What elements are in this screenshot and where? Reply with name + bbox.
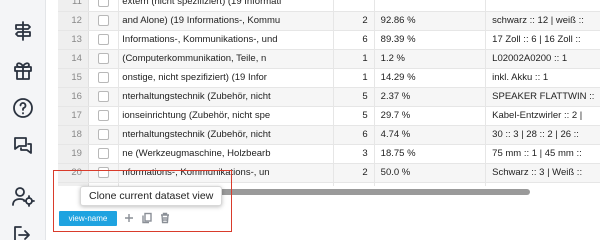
values-cell: Kabel-Entzwirler :: 2 | bbox=[485, 106, 600, 127]
values-cell: 39 mm :: 3 | 63.8 mm bbox=[485, 182, 600, 186]
count-cell: 1 bbox=[333, 49, 375, 70]
row-number: 19 bbox=[58, 144, 89, 165]
count-cell: 3 bbox=[333, 144, 375, 165]
percent-cell bbox=[374, 0, 487, 13]
values-cell bbox=[485, 0, 600, 13]
row-number: 13 bbox=[58, 30, 89, 51]
percent-cell: 18.75 % bbox=[374, 144, 487, 165]
percent-cell: 2.37 % bbox=[374, 87, 487, 108]
description-cell: onstige, nicht spezifiziert) (19 Infor bbox=[118, 68, 335, 89]
row-checkbox[interactable] bbox=[88, 144, 120, 165]
table-row[interactable]: 11 extern (nicht spezifiziert) (19 Inform… bbox=[58, 0, 600, 13]
values-cell: SPEAKER FLATTWIN :: bbox=[485, 87, 600, 108]
count-cell: 2 bbox=[333, 163, 375, 184]
row-checkbox[interactable] bbox=[88, 11, 120, 32]
logout-icon[interactable] bbox=[10, 222, 36, 240]
percent-cell: 92.86 % bbox=[374, 11, 487, 32]
table-row[interactable]: 13 Informations-, Kommunikations-, und 6 89… bbox=[58, 30, 600, 51]
row-checkbox[interactable] bbox=[88, 49, 120, 70]
values-cell: 17 Zoll :: 6 | 16 Zoll :: bbox=[485, 30, 600, 51]
description-cell: ionseinrichtung (Zubehör, nicht spe bbox=[118, 106, 335, 127]
row-number: 11 bbox=[58, 0, 89, 13]
dataset-table: 11 extern (nicht spezifiziert) (19 Inform… bbox=[46, 0, 600, 186]
percent-cell: 4.74 % bbox=[374, 125, 487, 146]
table-row[interactable]: 19 ne (Werkzeugmaschine, Holzbearb 3 18.75 … bbox=[58, 144, 600, 165]
row-number: 12 bbox=[58, 11, 89, 32]
values-cell: 30 :: 3 | 28 :: 2 | 26 :: bbox=[485, 125, 600, 146]
chat-icon[interactable] bbox=[10, 132, 36, 158]
row-checkbox[interactable] bbox=[88, 87, 120, 108]
values-cell: 75 mm :: 1 | 45 mm :: bbox=[485, 144, 600, 165]
row-checkbox[interactable] bbox=[88, 125, 120, 146]
signpost-icon[interactable] bbox=[10, 18, 36, 44]
table-row[interactable]: 18 nterhaltungstechnik (Zubehör, nicht 6 4.… bbox=[58, 125, 600, 146]
values-cell: inkl. Akku :: 1 bbox=[485, 68, 600, 89]
table-row[interactable]: 14 (Computerkommunikation, Teile, n 1 1.2 %… bbox=[58, 49, 600, 70]
count-cell: 5 bbox=[333, 106, 375, 127]
checkbox[interactable] bbox=[97, 0, 109, 8]
nav-rail bbox=[0, 0, 46, 240]
percent-cell: 25.0 % bbox=[374, 182, 487, 186]
count-cell: 2 bbox=[333, 11, 375, 32]
description-cell: and Alone) (19 Informations-, Kommu bbox=[118, 11, 335, 32]
values-cell: Schwarz :: 3 | Weiß :: bbox=[485, 163, 600, 184]
table-row[interactable]: 12 and Alone) (19 Informations-, Kommu 2 92… bbox=[58, 11, 600, 32]
checkbox[interactable] bbox=[97, 15, 109, 27]
gift-icon[interactable] bbox=[10, 57, 36, 83]
row-checkbox[interactable] bbox=[88, 106, 120, 127]
count-cell bbox=[333, 0, 375, 13]
checkbox[interactable] bbox=[97, 91, 109, 103]
description-cell: nterhaltungstechnik (Zubehör, nicht bbox=[118, 87, 335, 108]
values-cell: schwarz :: 12 | weiß :: bbox=[485, 11, 600, 32]
checkbox[interactable] bbox=[97, 148, 109, 160]
description-cell: nterhaltungstechnik (Zubehör, nicht bbox=[118, 125, 335, 146]
row-checkbox[interactable] bbox=[88, 0, 120, 13]
help-icon[interactable] bbox=[10, 95, 36, 121]
table-row[interactable]: 16 nterhaltungstechnik (Zubehör, nicht 5 2.… bbox=[58, 87, 600, 108]
values-cell: L02002A0200 :: 1 bbox=[485, 49, 600, 70]
checkbox[interactable] bbox=[97, 129, 109, 141]
percent-cell: 1.2 % bbox=[374, 49, 487, 70]
row-number: 18 bbox=[58, 125, 89, 146]
checkbox[interactable] bbox=[97, 34, 109, 46]
checkbox[interactable] bbox=[97, 72, 109, 84]
row-checkbox[interactable] bbox=[88, 68, 120, 89]
count-cell: 5 bbox=[333, 87, 375, 108]
row-number: 14 bbox=[58, 49, 89, 70]
row-number: 15 bbox=[58, 68, 89, 89]
row-number: 17 bbox=[58, 106, 89, 127]
checkbox[interactable] bbox=[97, 110, 109, 122]
scrollbar-thumb[interactable] bbox=[190, 189, 530, 195]
user-settings-icon[interactable] bbox=[10, 183, 36, 209]
checkbox[interactable] bbox=[97, 53, 109, 65]
description-cell: Informations-, Kommunikations-, und bbox=[118, 30, 335, 51]
description-cell: (Computerkommunikation, Teile, n bbox=[118, 49, 335, 70]
percent-cell: 29.7 % bbox=[374, 106, 487, 127]
row-number: 16 bbox=[58, 87, 89, 108]
table-row[interactable]: 15 onstige, nicht spezifiziert) (19 Infor… bbox=[58, 68, 600, 89]
count-cell: 1 bbox=[333, 68, 375, 89]
count-cell: 6 bbox=[333, 30, 375, 51]
percent-cell: 50.0 % bbox=[374, 163, 487, 184]
description-cell: extern (nicht spezifiziert) (19 Informat… bbox=[118, 0, 335, 13]
percent-cell: 14.29 % bbox=[374, 68, 487, 89]
count-cell: 6 bbox=[333, 125, 375, 146]
table-row[interactable]: 17 ionseinrichtung (Zubehör, nicht spe 5 29… bbox=[58, 106, 600, 127]
count-cell: 5 bbox=[333, 182, 375, 186]
highlight-box bbox=[53, 170, 232, 232]
percent-cell: 89.39 % bbox=[374, 30, 487, 51]
row-checkbox[interactable] bbox=[88, 30, 120, 51]
description-cell: ne (Werkzeugmaschine, Holzbearb bbox=[118, 144, 335, 165]
